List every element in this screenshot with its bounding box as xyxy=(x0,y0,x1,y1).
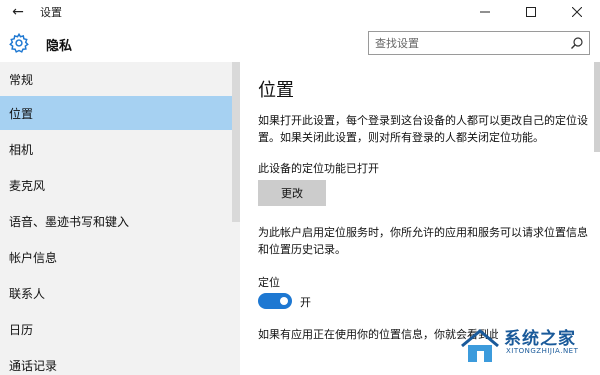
maximize-button[interactable] xyxy=(508,0,554,24)
sidebar-item-location[interactable]: 位置 xyxy=(0,96,240,130)
intro-text: 如果打开此设置，每个登录到这台设备的人都可以更改自己的定位设置。如果关闭此设置，… xyxy=(258,114,588,144)
watermark-url: XITONGZHIJIA.NET xyxy=(506,347,579,355)
back-button[interactable]: ← xyxy=(0,0,36,24)
search-input[interactable] xyxy=(369,36,565,50)
sidebar-item-call-history[interactable]: 通话记录 xyxy=(0,348,240,375)
back-arrow-icon: ← xyxy=(12,4,24,20)
close-icon xyxy=(572,7,582,17)
search-icon[interactable] xyxy=(570,36,584,50)
search-box[interactable] xyxy=(368,31,590,55)
watermark: 系统之家 XITONGZHIJIA.NET xyxy=(452,320,600,375)
gear-icon xyxy=(9,32,29,53)
sidebar-item-camera[interactable]: 相机 xyxy=(0,132,240,166)
sidebar-item-general[interactable]: 常规 xyxy=(0,62,240,96)
sidebar-item-microphone[interactable]: 麦克风 xyxy=(0,168,240,202)
window-controls xyxy=(462,0,600,24)
title-bar: ← 设置 xyxy=(0,0,600,24)
page-header: 隐私 xyxy=(0,24,600,62)
main-scrollbar[interactable] xyxy=(594,62,600,152)
sidebar: 常规 位置 相机 麦克风 语音、墨迹书写和键入 帐户信息 联系人 日历 通话记录 xyxy=(0,62,240,375)
sidebar-item-contacts[interactable]: 联系人 xyxy=(0,276,240,310)
device-status-text: 此设备的定位功能已打开 xyxy=(258,162,379,175)
watermark-text: 系统之家 xyxy=(504,329,576,349)
sidebar-item-calendar[interactable]: 日历 xyxy=(0,312,240,346)
location-toggle[interactable] xyxy=(258,293,292,309)
maximize-icon xyxy=(526,7,536,17)
sidebar-item-speech-inking-typing[interactable]: 语音、墨迹书写和键入 xyxy=(0,204,240,238)
toggle-state-label: 开 xyxy=(300,296,311,309)
location-label: 定位 xyxy=(258,276,280,289)
toggle-knob xyxy=(280,297,288,305)
window-title: 设置 xyxy=(40,6,62,19)
page-title: 位置 xyxy=(258,80,294,101)
minimize-button[interactable] xyxy=(462,0,508,24)
minimize-icon xyxy=(480,11,490,13)
change-button[interactable]: 更改 xyxy=(258,180,326,206)
house-logo-icon xyxy=(461,329,499,362)
account-description: 为此帐户启用定位服务时，你所允许的应用和服务可以请求位置信息和位置历史记录。 xyxy=(258,226,588,256)
section-title: 隐私 xyxy=(46,39,73,54)
sidebar-scrollbar[interactable] xyxy=(232,62,240,222)
sidebar-item-account-info[interactable]: 帐户信息 xyxy=(0,240,240,274)
close-button[interactable] xyxy=(554,0,600,24)
